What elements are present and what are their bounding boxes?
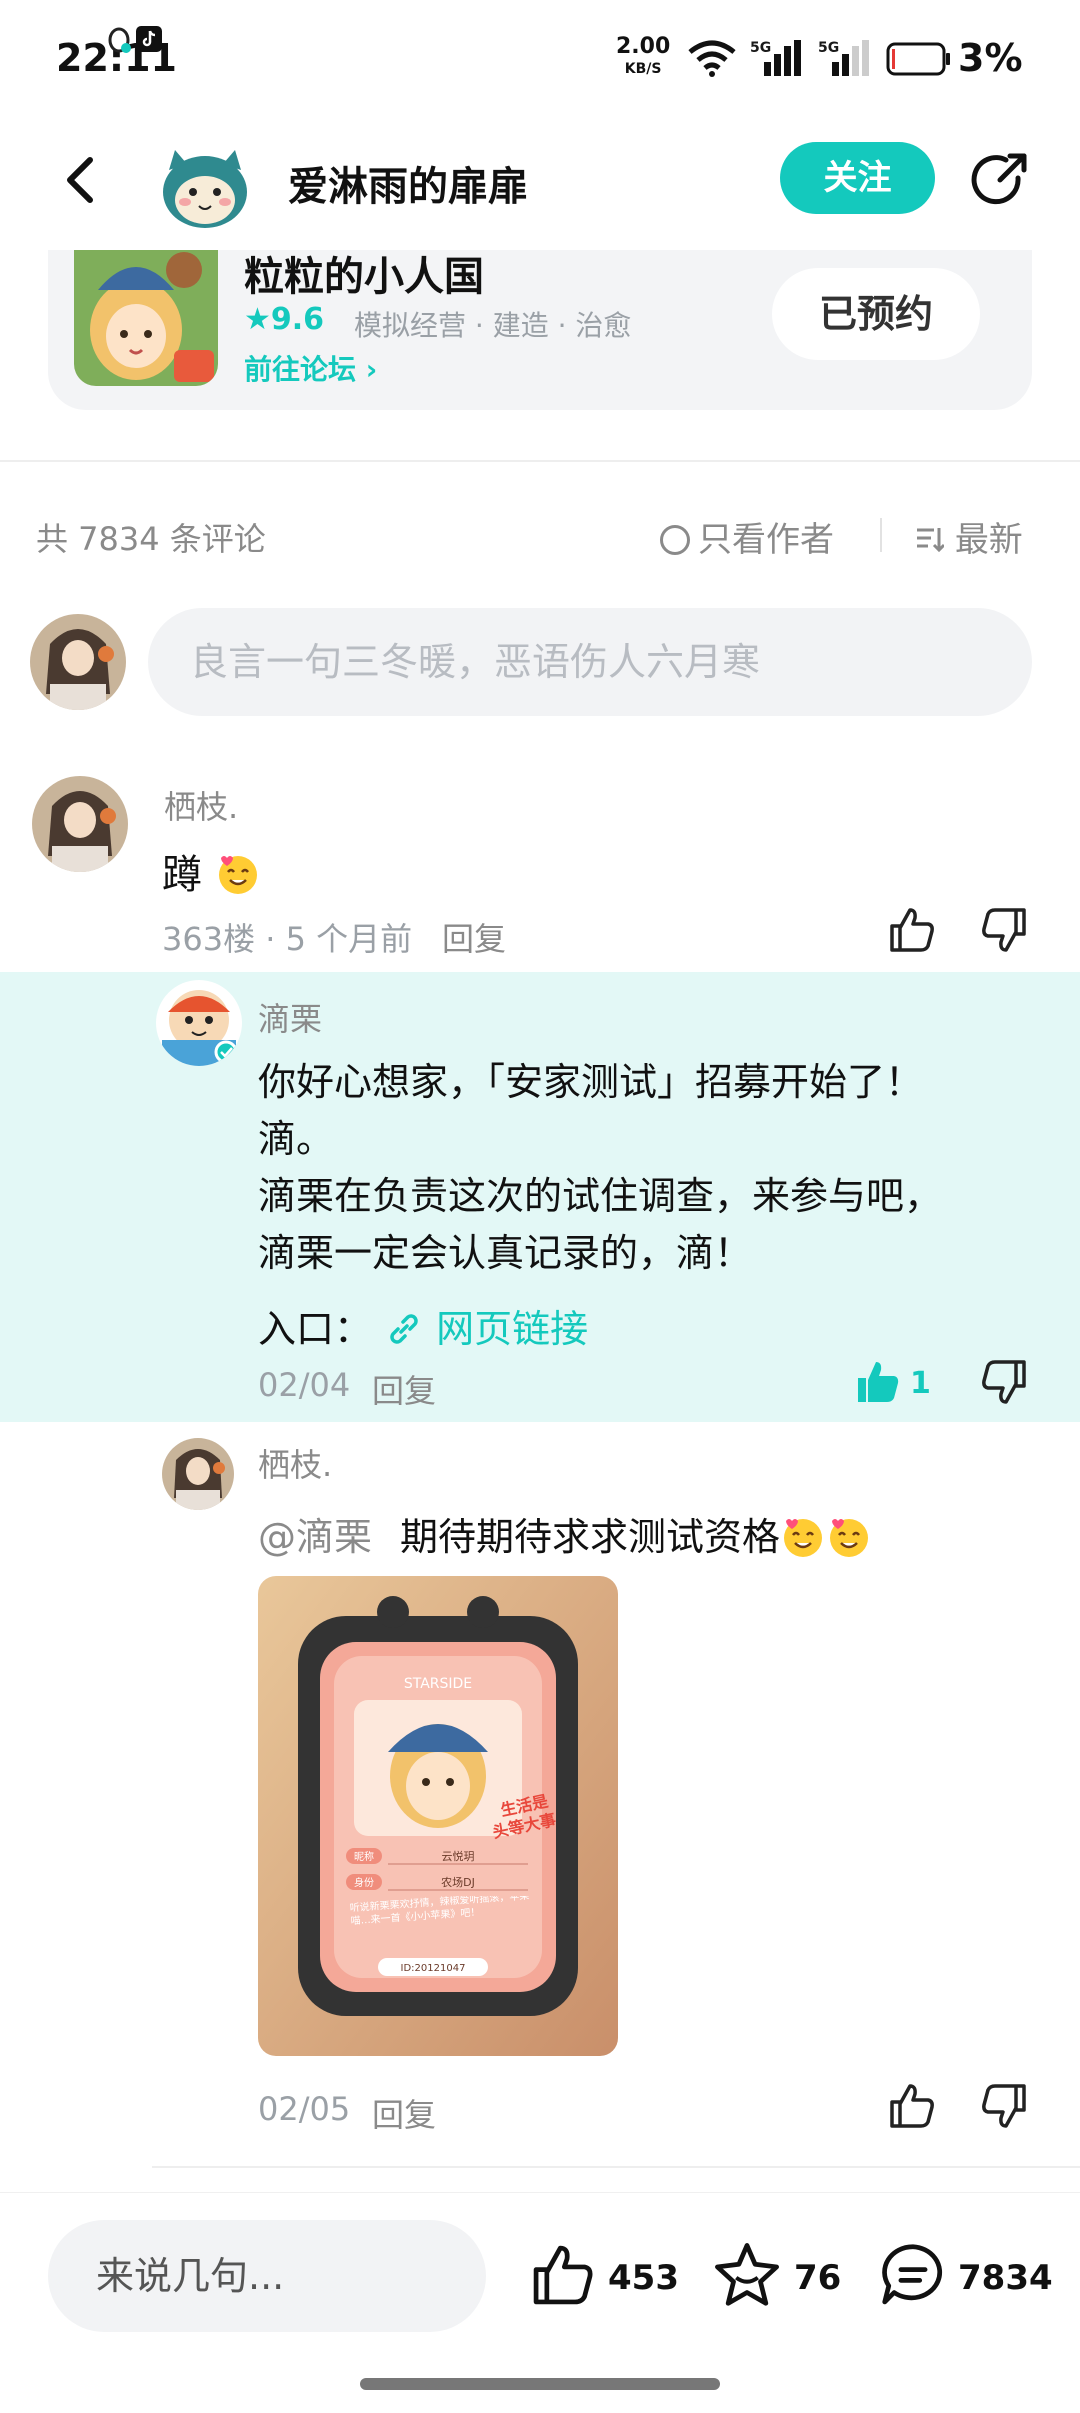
reply-date: 02/05 <box>258 2090 351 2128</box>
sort-latest-button[interactable]: 最新 <box>914 512 1023 561</box>
share-button[interactable] <box>968 148 1032 212</box>
reply-reply-button[interactable]: 回复 <box>372 1366 436 1412</box>
card-field-label: 昵称 <box>354 1850 374 1863</box>
comment-meta: 363楼 · 5 个月前 <box>162 920 413 958</box>
my-avatar[interactable] <box>30 614 126 710</box>
game-icon[interactable] <box>74 250 218 386</box>
reply-line: 你好心想家，「安家测试」招募开始了！ <box>258 1060 924 1104</box>
signal-1-icon <box>756 38 804 82</box>
card-field-value: 云悦玥 <box>442 1849 475 1863</box>
separator <box>880 518 882 552</box>
card-brand: STARSIDE <box>404 1676 472 1692</box>
reply-text: 期待期待求求测试资格 <box>400 1506 872 1561</box>
bottom-comment-input[interactable] <box>48 2220 486 2332</box>
reply-body: 期待期待求求测试资格 <box>400 1515 781 1559</box>
reply-line: 滴。 <box>258 1117 335 1161</box>
card-id: ID:20121047 <box>401 1963 466 1974</box>
link-icon <box>384 1307 424 1351</box>
web-link-label[interactable]: 网页链接 <box>436 1307 588 1351</box>
comment-text: 蹲 <box>162 842 261 900</box>
signal-2-icon <box>824 38 872 82</box>
forum-link-label[interactable]: 前往论坛 <box>244 353 356 386</box>
official-avatar[interactable] <box>156 980 242 1066</box>
star-icon: ★ <box>244 302 271 337</box>
commenter-name[interactable]: 栖枝. <box>164 782 238 828</box>
comment-body: 蹲 <box>162 852 202 898</box>
share-icon <box>971 153 1027 205</box>
dislike-icon[interactable] <box>978 904 1030 956</box>
comment-bubble-icon <box>882 2244 943 2305</box>
reply-author-name[interactable]: 栖枝. <box>258 1440 332 1486</box>
user-avatar[interactable] <box>155 140 255 230</box>
battery-icon <box>886 42 952 80</box>
dislike-icon[interactable] <box>978 1356 1030 1408</box>
status-bar: 22:11 2.00 KB/S 5G 5G 3% <box>0 0 1080 120</box>
home-indicator[interactable] <box>360 2378 720 2390</box>
attached-image[interactable]: STARSIDE 生活是 头等大事 昵称 云悦玥 身份 农场DJ 听说新栗栗欢抒… <box>258 1576 618 2056</box>
comment-reply-button[interactable]: 回复 <box>442 914 506 960</box>
net-speed: 2.00 KB/S <box>616 34 671 78</box>
reply-text: 你好心想家，「安家测试」招募开始了！ 滴。 滴栗在负责这次的试住调查，来参与吧，… <box>258 1054 1018 1282</box>
comment-count: 共 7834 条评论 <box>36 520 266 558</box>
comment-input[interactable] <box>148 608 1032 716</box>
favorites-count: 76 <box>794 2258 842 2298</box>
liked-icon[interactable] <box>852 1356 904 1408</box>
game-title[interactable]: 粒粒的小人国 <box>244 244 484 302</box>
follow-button[interactable]: 关注 <box>780 142 935 214</box>
back-button[interactable] <box>52 150 112 210</box>
game-tags: 模拟经营 · 建造 · 治愈 <box>354 309 632 342</box>
mention-link[interactable]: @滴栗 <box>258 1506 372 1561</box>
author-only-label: 只看作者 <box>698 520 834 560</box>
reserved-button[interactable]: 已预约 <box>772 268 980 360</box>
divider <box>0 460 1080 462</box>
radio-circle-icon <box>660 524 690 555</box>
star-outline-icon <box>715 2243 779 2306</box>
reply-date: 02/04 <box>258 1366 351 1404</box>
commenter-avatar[interactable] <box>162 1438 234 1510</box>
header-username[interactable]: 爱淋雨的扉扉 <box>288 154 528 212</box>
game-rating: ★9.6 <box>244 302 324 337</box>
like-post-button[interactable] <box>528 2240 598 2314</box>
rating-value: 9.6 <box>270 302 325 337</box>
card-field-value: 农场DJ <box>441 1875 475 1889</box>
like-icon[interactable] <box>886 904 938 956</box>
author-only-toggle[interactable]: 只看作者 <box>660 512 834 561</box>
smiling-hearts-emoji-icon <box>780 1515 826 1559</box>
reply-like-count: 1 <box>910 1366 931 1401</box>
wifi-icon <box>686 38 738 82</box>
tiktok-notification-icon <box>136 26 162 56</box>
thumbs-up-icon <box>533 2245 593 2305</box>
like-icon[interactable] <box>886 2080 938 2132</box>
comments-count: 7834 <box>958 2258 1053 2298</box>
dislike-icon[interactable] <box>978 2080 1030 2132</box>
card-field-label: 身份 <box>354 1876 374 1889</box>
smiling-hearts-emoji-icon <box>826 1515 872 1559</box>
chevron-right-icon: › <box>365 353 378 386</box>
web-link[interactable]: 网页链接 <box>384 1298 588 1353</box>
reply-author-name[interactable]: 滴栗 <box>258 994 322 1040</box>
comments-button[interactable] <box>878 2240 948 2314</box>
reply-reply-button[interactable]: 回复 <box>372 2090 436 2136</box>
reply-line: 滴栗在负责这次的试住调查，来参与吧， <box>258 1174 943 1218</box>
commenter-avatar[interactable] <box>32 776 128 872</box>
battery-percent: 3% <box>958 36 1023 80</box>
reply-line: 滴栗一定会认真记录的，滴！ <box>258 1231 753 1275</box>
likes-count: 453 <box>608 2258 679 2298</box>
chevron-left-icon <box>67 157 93 203</box>
entry-label: 入口： <box>258 1307 373 1351</box>
qq-notification-icon <box>104 26 134 60</box>
forum-link[interactable]: 前往论坛 › <box>244 348 377 388</box>
smiling-hearts-emoji-icon <box>202 852 261 898</box>
sort-icon <box>917 527 946 552</box>
favorite-button[interactable] <box>712 2240 782 2314</box>
sort-label: 最新 <box>954 520 1023 560</box>
divider <box>152 2166 1080 2168</box>
card-note: 听说新栗栗欢抒情，辣椒爱听摇滚，苹果喵…来一首《小小苹果》吧！ <box>350 1896 530 1928</box>
